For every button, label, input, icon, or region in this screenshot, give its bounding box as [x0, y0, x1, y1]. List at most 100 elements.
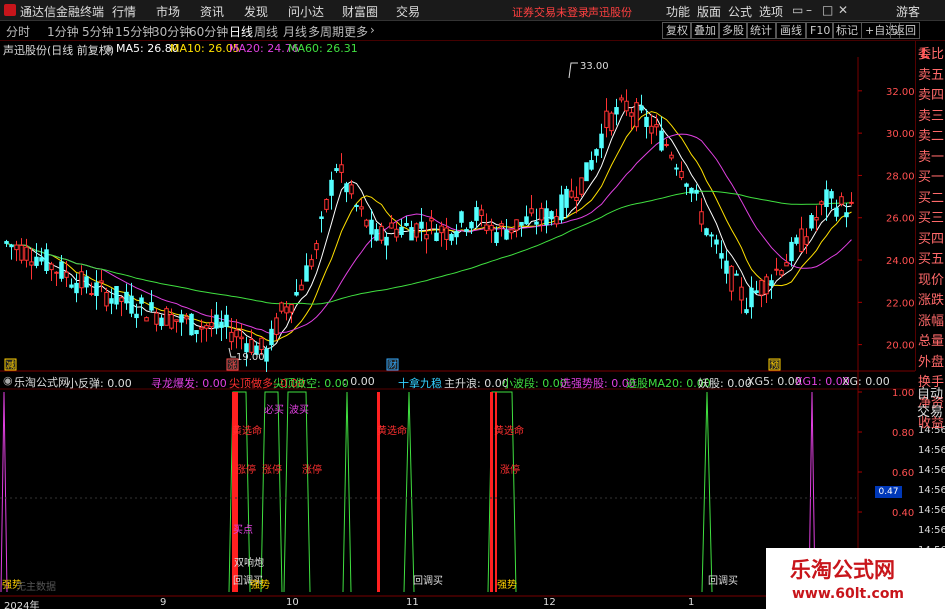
candle-body	[779, 270, 784, 276]
high-price-pointer	[568, 62, 578, 79]
sidebar-item[interactable]: 现价	[918, 271, 945, 291]
sidebar-item[interactable]: 买三	[918, 209, 945, 229]
candle-body	[169, 314, 174, 329]
candle-body	[279, 302, 284, 312]
candle-body	[384, 236, 389, 246]
candle-body	[534, 221, 539, 225]
y-tick-label: 32.00	[886, 87, 915, 98]
candle-body	[249, 339, 254, 353]
candle-body	[839, 196, 844, 205]
candle-body	[454, 231, 459, 238]
sidebar-item[interactable]: 涨幅	[918, 312, 945, 332]
limit-up-label: 涨停	[500, 463, 520, 476]
candle-body	[849, 201, 854, 204]
candle-body	[149, 302, 154, 311]
kline-chart[interactable]: 33.00 19.00 减 涨 财 预 32.00 30.00 28.00 26.00 24.00…	[0, 0, 945, 609]
candle-body	[619, 97, 624, 101]
indicator-value: 尖顶做空: 0.00	[273, 377, 349, 390]
event-marker: 涨	[228, 360, 237, 371]
candle-body	[804, 236, 809, 245]
sidebar-item[interactable]: 委比	[918, 45, 945, 65]
candle-body	[79, 271, 84, 289]
red-signal-bar	[495, 392, 497, 592]
candle-body	[354, 204, 359, 207]
sidebar-item[interactable]: 买五	[918, 250, 945, 270]
candle-body	[789, 241, 794, 262]
candle-body	[584, 162, 589, 182]
sidebar-item[interactable]: 买四	[918, 230, 945, 250]
y-tick-label: 22.00	[886, 298, 915, 309]
sidebar-item[interactable]: 总量	[918, 332, 945, 352]
candle-body	[404, 223, 409, 226]
candle-body	[264, 348, 269, 362]
candle-body	[44, 249, 49, 272]
candle-body	[539, 207, 544, 221]
candle-body	[719, 253, 724, 259]
auto-label[interactable]: 自动	[917, 383, 943, 402]
sidebar-item[interactable]: 买一	[918, 168, 945, 188]
no-data-label: 无主数据	[16, 580, 56, 593]
signal-block	[283, 391, 311, 593]
indicator-name[interactable]: 乐淘公式网	[14, 374, 69, 390]
candle-body	[359, 206, 364, 210]
trade-label[interactable]: 交易	[917, 401, 943, 420]
candle-body	[69, 284, 74, 288]
candle-body	[349, 184, 354, 195]
candle-body	[684, 183, 689, 187]
candle-body	[519, 221, 524, 226]
candle-body	[734, 273, 739, 276]
candle-body	[34, 256, 39, 266]
y-tick-label: 20.00	[886, 341, 915, 352]
candle-body	[729, 265, 734, 292]
fate-label: 黄选命	[232, 424, 262, 437]
candle-body	[159, 317, 164, 327]
candle-body	[39, 257, 44, 262]
sidebar-item[interactable]: 卖一	[918, 148, 945, 168]
y-tick-label: 0.80	[892, 428, 914, 439]
candle-body	[649, 125, 654, 134]
x-tick: 1	[688, 597, 695, 608]
sidebar-item[interactable]: 卖三	[918, 107, 945, 127]
candle-body	[794, 237, 799, 244]
sidebar-item[interactable]: 卖二	[918, 127, 945, 147]
pullback-buy-label: 回调买	[413, 575, 443, 587]
sidebar-item[interactable]: 涨跌	[918, 291, 945, 311]
indicator-value: 妖股: 0.00	[698, 377, 752, 390]
candle-body	[64, 271, 69, 278]
y-tick-label: 0.40	[892, 508, 914, 519]
x-tick: 10	[286, 597, 299, 608]
red-signal-bar	[377, 392, 380, 592]
time-label: 14:56	[918, 485, 945, 496]
candle-body	[29, 261, 34, 266]
candle-body	[174, 319, 179, 322]
candle-body	[59, 261, 64, 279]
indicator-value: 主升浪: 0.00	[444, 377, 509, 390]
rebound-label: 双响炮	[234, 556, 264, 569]
sidebar-item[interactable]: 买二	[918, 189, 945, 209]
limit-up-label: 涨停	[236, 463, 256, 476]
y-tick-label: 1.00	[892, 388, 914, 399]
indicator-value: 寻龙爆发: 0.00	[151, 377, 227, 390]
ma-line	[6, 190, 852, 305]
candle-body	[194, 330, 199, 335]
event-marker: 减	[6, 359, 15, 371]
candle-body	[569, 190, 574, 198]
candle-body	[424, 234, 429, 240]
candle-body	[284, 306, 289, 314]
candle-body	[509, 229, 514, 234]
watermark-title: 乐淘公式网	[790, 558, 895, 582]
sidebar-item[interactable]: 卖五	[918, 66, 945, 86]
sidebar-item[interactable]: 外盘	[918, 353, 945, 373]
candle-body	[199, 326, 204, 330]
candle-body	[389, 222, 394, 229]
candle-body	[334, 168, 339, 172]
candle-body	[274, 317, 279, 335]
indicator-settings-icon[interactable]: ◉	[3, 374, 13, 387]
candle-body	[24, 246, 29, 261]
candle-body	[559, 194, 564, 221]
candle-body	[814, 216, 819, 221]
candle-body	[344, 183, 349, 193]
candle-body	[474, 207, 479, 221]
sidebar-item[interactable]: 卖四	[918, 86, 945, 106]
candle-body	[144, 317, 149, 322]
